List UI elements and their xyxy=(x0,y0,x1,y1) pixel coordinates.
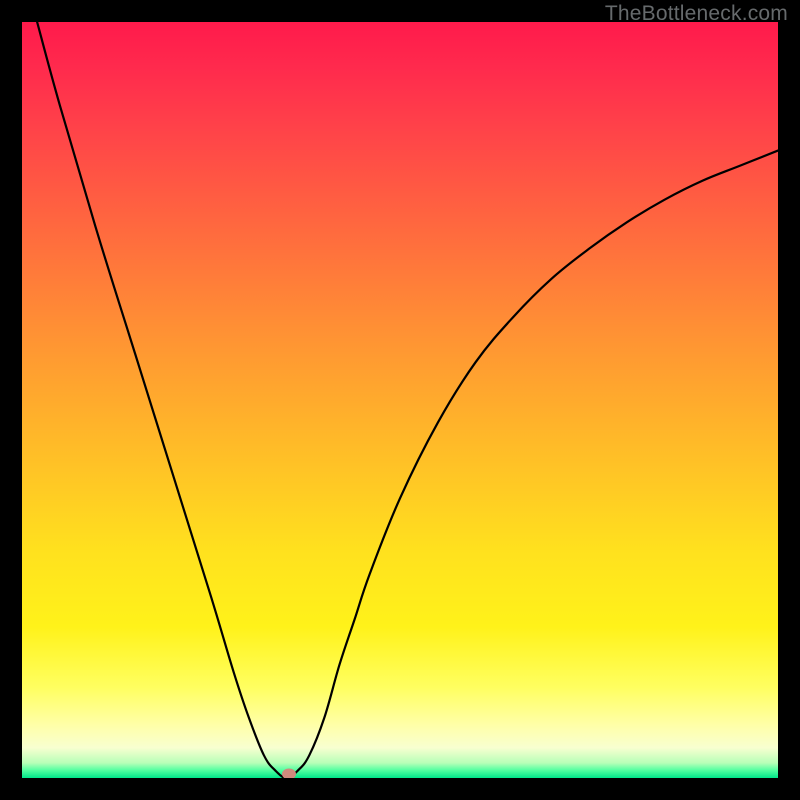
chart-frame: TheBottleneck.com xyxy=(0,0,800,800)
optimal-point-marker xyxy=(282,769,296,778)
bottleneck-curve xyxy=(22,22,778,778)
plot-area xyxy=(22,22,778,778)
watermark-text: TheBottleneck.com xyxy=(605,2,788,26)
